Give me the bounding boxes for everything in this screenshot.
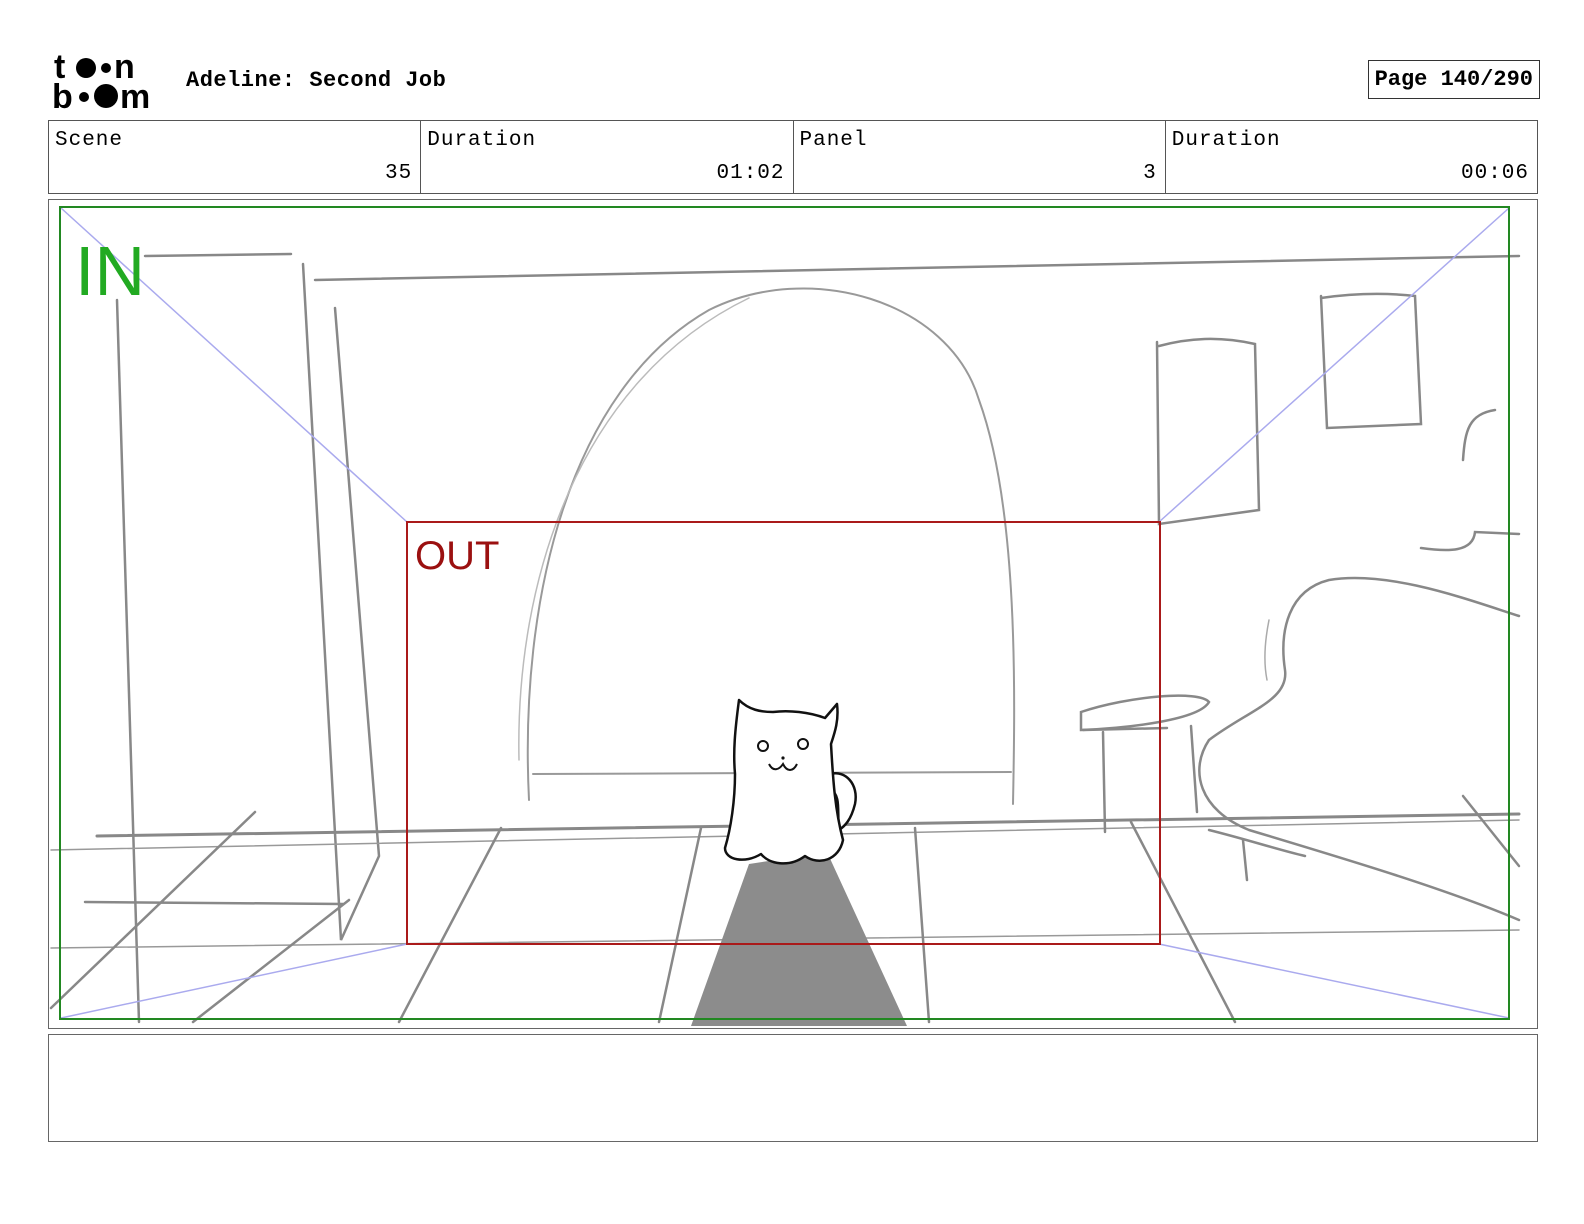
panel-sketch [49,206,1521,1026]
panel-cell: Panel 3 [794,121,1166,193]
storyboard-header: t n b m Adeline: Second Job Page 140/290 [52,50,1540,112]
scene-value: 35 [385,162,413,185]
svg-text:m: m [120,78,150,112]
panel-label: Panel [799,129,868,152]
panel-duration-label: Duration [1171,129,1281,152]
panel-value: 3 [1143,162,1157,185]
panel-notes-box [48,1034,1538,1142]
scene-cell: Scene 35 [49,121,422,193]
scene-duration-label: Duration [427,129,537,152]
storyboard-panel: IN OUT [48,199,1538,1029]
scene-duration-value: 01:02 [716,162,785,185]
scene-duration-cell: Duration 01:02 [421,121,794,193]
scene-info-table: Scene 35 Duration 01:02 Panel 3 Duration… [48,120,1538,194]
project-title: Adeline: Second Job [186,68,447,93]
page-number: Page 140/290 [1367,60,1540,99]
out-frame-label: OUT [415,534,500,578]
in-frame-label: IN [75,232,145,310]
cat-character [723,698,857,865]
svg-text:b: b [52,78,73,112]
panel-duration-value: 00:06 [1460,162,1529,185]
toon-boom-logo: t n b m [52,50,150,112]
scene-label: Scene [55,129,124,152]
panel-duration-cell: Duration 00:06 [1166,121,1537,193]
